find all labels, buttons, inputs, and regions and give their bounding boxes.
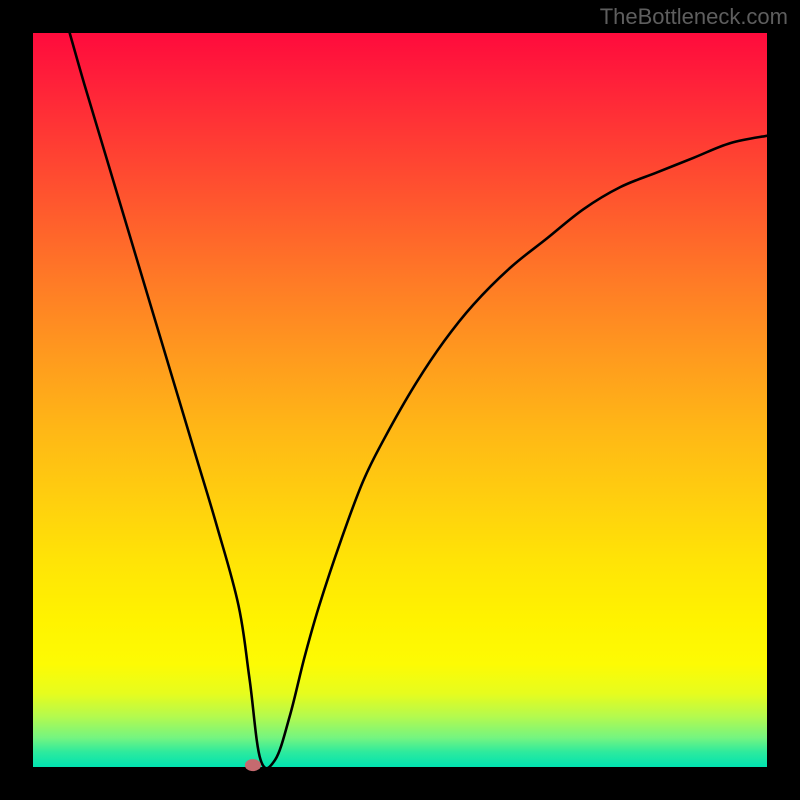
- watermark-text: TheBottleneck.com: [600, 4, 788, 30]
- plot-area: [33, 33, 767, 767]
- bottleneck-curve: [33, 33, 767, 767]
- optimum-marker-icon: [245, 759, 261, 771]
